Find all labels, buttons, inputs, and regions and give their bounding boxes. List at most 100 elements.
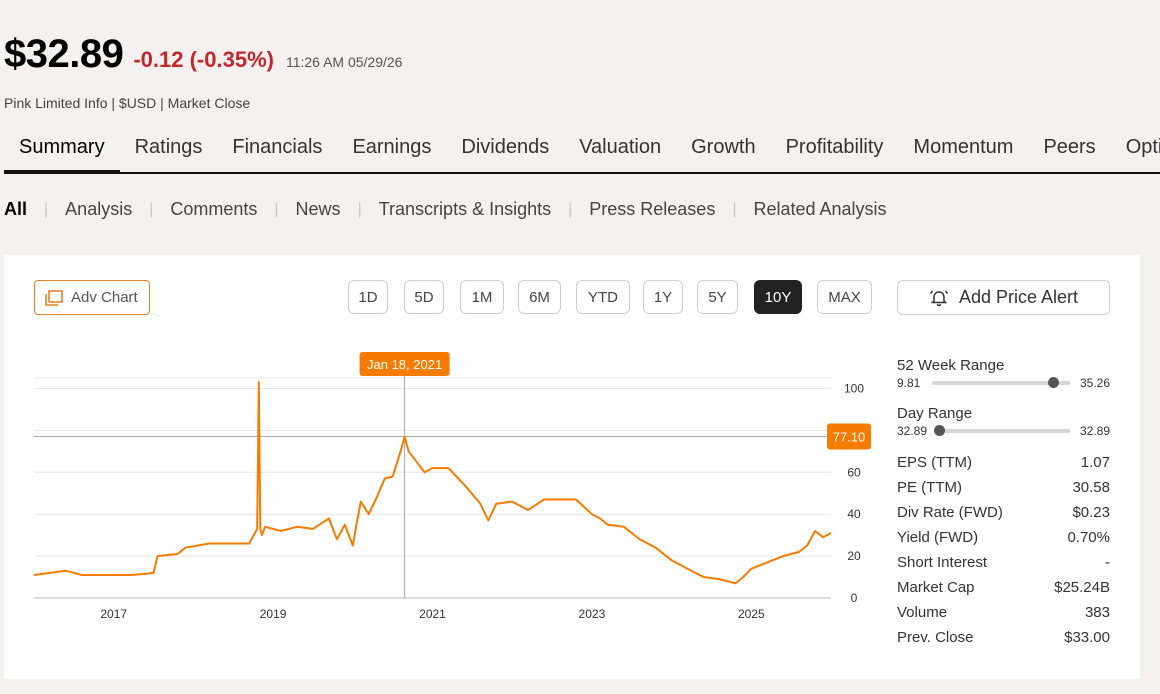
date-tooltip-label: Jan 18, 2021 [367,357,442,372]
add-price-alert-label: Add Price Alert [958,287,1079,307]
quote-header: $32.89 -0.12 (-0.35%) 11:26 AM 05/29/26 [4,32,402,77]
stat-label: EPS (TTM) [897,454,972,471]
tab-financials[interactable]: Financials [217,126,337,172]
divider: | [568,200,573,218]
add-price-alert-button[interactable]: Add Price Alert [897,280,1110,315]
main-tabs: Summary Ratings Financials Earnings Divi… [4,126,1160,174]
crosshair-value-label: 77.10 [833,429,866,444]
quote-timestamp: 11:26 AM 05/29/26 [285,54,403,70]
y-tick-label: 40 [847,507,861,521]
filter-related-analysis[interactable]: Related Analysis [753,199,886,220]
stat-yield: Yield (FWD) 0.70% [897,525,1110,550]
price-series-line [33,381,832,585]
tab-momentum[interactable]: Momentum [898,126,1028,172]
day-high: 32.89 [1079,424,1110,438]
stat-label: Market Cap [897,579,975,596]
chart-window-icon [45,289,63,306]
range-5y-button[interactable]: 5Y [697,280,738,314]
filter-analysis[interactable]: Analysis [65,199,132,220]
stat-value: 0.70% [1067,529,1110,546]
date-tooltip: Jan 18, 2021 [359,352,450,376]
divider: | [357,200,362,218]
week52-range-track [932,377,1070,388]
range-ytd-button[interactable]: YTD [576,280,630,314]
stat-value: 1.07 [1080,454,1110,471]
week52-range: 52 Week Range 9.81 35.26 [897,357,1110,390]
stat-value: $0.23 [1072,504,1110,521]
crosshair-value-tag: 77.10 [827,423,871,450]
stat-short-interest: Short Interest - [897,550,1110,575]
current-price: $32.89 [4,32,124,76]
day-range: Day Range 32.89 32.89 [897,405,1110,438]
stat-value: - [1105,554,1110,571]
tab-options[interactable]: Options [1111,126,1160,172]
range-5d-button[interactable]: 5D [404,280,444,314]
price-chart[interactable]: 20172019202120232025 020406080100 Jan 18… [4,350,884,620]
stat-label: Div Rate (FWD) [897,504,1003,521]
stat-prev-close: Prev. Close $33.00 [897,625,1110,650]
adv-chart-button[interactable]: Adv Chart [34,280,150,315]
stat-label: Yield (FWD) [897,529,979,546]
chart-card: Adv Chart 1D 5D 1M 6M YTD 1Y 5Y 10Y MAX … [4,255,1140,679]
adv-chart-label: Adv Chart [71,289,138,306]
stat-label: Prev. Close [897,629,974,646]
tab-ratings[interactable]: Ratings [120,126,218,172]
tab-peers[interactable]: Peers [1028,126,1110,172]
tab-profitability[interactable]: Profitability [771,126,899,172]
stat-value: $33.00 [1064,629,1110,646]
divider: | [149,200,154,218]
filter-news[interactable]: News [296,199,341,220]
filter-all[interactable]: All [4,199,27,220]
key-stats-panel: 52 Week Range 9.81 35.26 Day Range 32.89… [897,357,1110,650]
filter-press-releases[interactable]: Press Releases [589,199,715,220]
stat-label: PE (TTM) [897,479,962,496]
stat-market-cap: Market Cap $25.24B [897,575,1110,600]
week52-range-label: 52 Week Range [897,357,1005,374]
divider: | [732,200,737,218]
range-max-button[interactable]: MAX [817,280,872,314]
range-1y-button[interactable]: 1Y [643,280,683,314]
range-10y-button[interactable]: 10Y [754,280,802,314]
stat-volume: Volume 383 [897,600,1110,625]
stat-value: 383 [1084,604,1110,621]
stat-label: Short Interest [897,554,988,571]
price-change: -0.12 (-0.35%) [133,47,274,72]
y-tick-label: 20 [847,549,861,563]
x-tick-label: 2021 [419,607,446,620]
tab-dividends[interactable]: Dividends [446,126,564,172]
stat-value: 30.58 [1072,479,1110,496]
stat-value: $25.24B [1054,579,1110,596]
filter-comments[interactable]: Comments [170,199,257,220]
x-tick-label: 2023 [579,607,606,620]
stat-div-rate: Div Rate (FWD) $0.23 [897,500,1110,525]
y-tick-label: 0 [851,591,858,605]
y-tick-label: 100 [844,381,864,395]
stat-label: Volume [897,604,948,621]
week52-range-marker [1048,377,1060,388]
tab-growth[interactable]: Growth [676,126,770,172]
day-low: 32.89 [897,424,928,438]
tab-summary[interactable]: Summary [4,126,120,172]
tab-earnings[interactable]: Earnings [337,126,446,172]
filter-transcripts[interactable]: Transcripts & Insights [379,199,551,220]
day-range-track [934,425,1070,436]
week52-high: 35.26 [1079,376,1110,390]
y-tick-label: 60 [847,465,861,479]
content-filters: All | Analysis | Comments | News | Trans… [4,199,887,220]
range-6m-button[interactable]: 6M [518,280,561,314]
day-range-label: Day Range [897,405,973,422]
market-info: Pink Limited Info | $USD | Market Close [4,95,251,111]
x-tick-label: 2019 [260,607,287,620]
stat-eps: EPS (TTM) 1.07 [897,450,1110,475]
range-1d-button[interactable]: 1D [348,280,388,314]
week52-low: 9.81 [897,376,921,390]
stat-pe: PE (TTM) 30.58 [897,475,1110,500]
divider: | [44,200,49,218]
range-1m-button[interactable]: 1M [460,280,504,314]
tab-valuation[interactable]: Valuation [564,126,676,172]
day-range-marker [934,425,946,436]
alarm-bell-icon [929,290,949,306]
x-tick-label: 2025 [738,607,765,620]
divider: | [274,200,279,218]
x-tick-label: 2017 [100,607,127,620]
